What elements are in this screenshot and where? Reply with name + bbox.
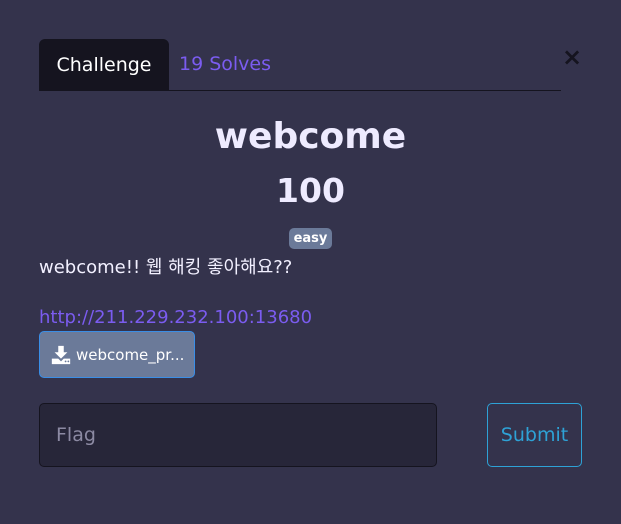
submit-button[interactable]: Submit [487,403,582,467]
file-name-label: webcome_pr... [76,345,185,364]
flag-input[interactable] [39,403,437,467]
difficulty-badge: easy [289,228,332,249]
challenge-link[interactable]: http://211.229.232.100:13680 [39,305,312,331]
close-icon[interactable]: × [560,42,584,72]
challenge-modal: Challenge 19 Solves × webcome 100 easy w… [0,0,621,524]
tab-solves[interactable]: 19 Solves [179,39,284,90]
challenge-description: webcome!! 웹 해킹 좋아해요?? [39,257,293,278]
tab-challenge[interactable]: Challenge [39,39,169,90]
challenge-points: 100 [276,171,345,210]
challenge-tabs: Challenge 19 Solves [39,39,561,91]
download-icon [51,345,71,364]
challenge-title: webcome [214,116,407,157]
download-file-button[interactable]: webcome_pr... [39,331,195,378]
